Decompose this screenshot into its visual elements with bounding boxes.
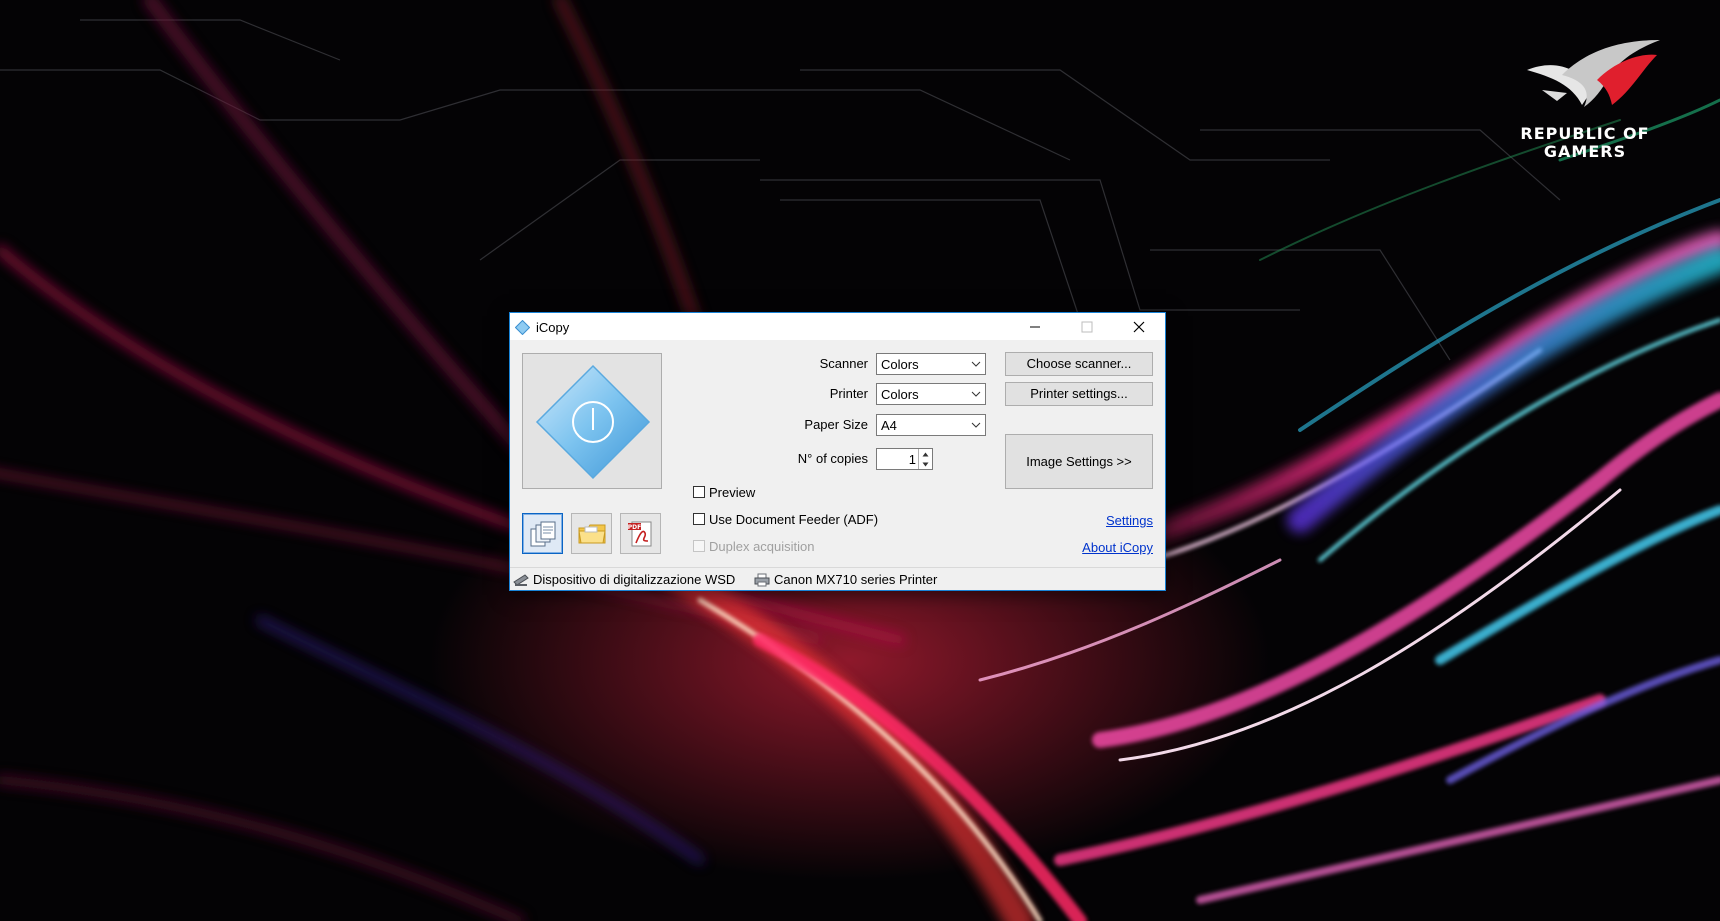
status-bar: Dispositivo di digitalizzazione WSD Cano…	[510, 567, 1165, 590]
status-printer: Canon MX710 series Printer	[754, 572, 937, 587]
printer-select-value: Colors	[881, 387, 919, 402]
scan-to-folder-button[interactable]	[571, 513, 612, 554]
maximize-icon	[1081, 321, 1093, 332]
about-link[interactable]: About iCopy	[1082, 540, 1153, 555]
adf-checkbox-box[interactable]	[693, 513, 705, 525]
printer-settings-button[interactable]: Printer settings...	[1005, 382, 1153, 406]
adf-checkbox-label: Use Document Feeder (ADF)	[709, 511, 879, 527]
minimize-button[interactable]	[1009, 313, 1061, 340]
scanner-select[interactable]: Colors	[876, 353, 986, 375]
chevron-down-icon	[971, 361, 981, 367]
copy-mode-button[interactable]	[522, 513, 563, 554]
caret-up-icon	[922, 452, 929, 456]
preview-checkbox[interactable]: Preview	[693, 484, 755, 500]
paper-size-label: Paper Size	[804, 417, 868, 432]
paper-size-select[interactable]: A4	[876, 414, 986, 436]
chevron-down-icon	[971, 391, 981, 397]
status-printer-text: Canon MX710 series Printer	[774, 572, 938, 587]
title-bar[interactable]: iCopy	[510, 313, 1165, 340]
caret-down-icon	[922, 462, 929, 466]
scanner-select-value: Colors	[881, 357, 919, 372]
paper-size-value: A4	[881, 418, 897, 433]
rog-brand-text: REPUBLIC OF GAMERS	[1520, 124, 1650, 161]
copies-decrement[interactable]	[919, 459, 932, 469]
copies-stepper[interactable]: 1	[876, 448, 933, 470]
close-icon	[1133, 321, 1145, 332]
settings-link[interactable]: Settings	[1106, 513, 1153, 528]
pdf-icon: PDF	[627, 521, 651, 546]
icopy-window: iCopy PDF Scanner Colors Printer Colors …	[509, 312, 1166, 591]
duplex-checkbox: Duplex acquisition	[693, 538, 815, 554]
copies-increment[interactable]	[919, 449, 932, 459]
chevron-down-icon	[971, 422, 981, 428]
duplex-checkbox-box	[693, 540, 705, 552]
window-title: iCopy	[536, 320, 570, 335]
image-settings-button[interactable]: Image Settings >>	[1005, 434, 1153, 489]
scan-to-pdf-button[interactable]: PDF	[620, 513, 661, 554]
scanner-label: Scanner	[819, 356, 868, 371]
preview-checkbox-box[interactable]	[693, 486, 705, 498]
preview-checkbox-label: Preview	[709, 484, 756, 500]
minimize-icon	[1030, 326, 1040, 327]
copies-value: 1	[908, 452, 916, 467]
icopy-diamond-icon	[515, 320, 530, 335]
svg-text:PDF: PDF	[627, 524, 640, 531]
power-diamond-icon	[535, 364, 651, 480]
status-scanner-text: Dispositivo di digitalizzazione WSD	[533, 572, 736, 587]
copy-icon	[530, 521, 555, 546]
printer-icon	[754, 573, 770, 586]
maximize-button[interactable]	[1061, 313, 1113, 340]
scanner-icon	[513, 573, 529, 586]
duplex-checkbox-label: Duplex acquisition	[709, 538, 815, 554]
rog-logo-icon	[1527, 40, 1660, 107]
choose-scanner-button[interactable]: Choose scanner...	[1005, 352, 1153, 376]
folder-icon	[577, 524, 606, 543]
copies-label: N° of copies	[797, 451, 868, 466]
close-button[interactable]	[1113, 313, 1165, 340]
adf-checkbox[interactable]: Use Document Feeder (ADF)	[693, 511, 878, 527]
printer-select[interactable]: Colors	[876, 383, 986, 405]
printer-label: Printer	[829, 386, 868, 401]
copies-updown	[918, 449, 932, 469]
start-copy-button[interactable]	[522, 353, 662, 489]
status-scanner: Dispositivo di digitalizzazione WSD	[513, 572, 735, 587]
